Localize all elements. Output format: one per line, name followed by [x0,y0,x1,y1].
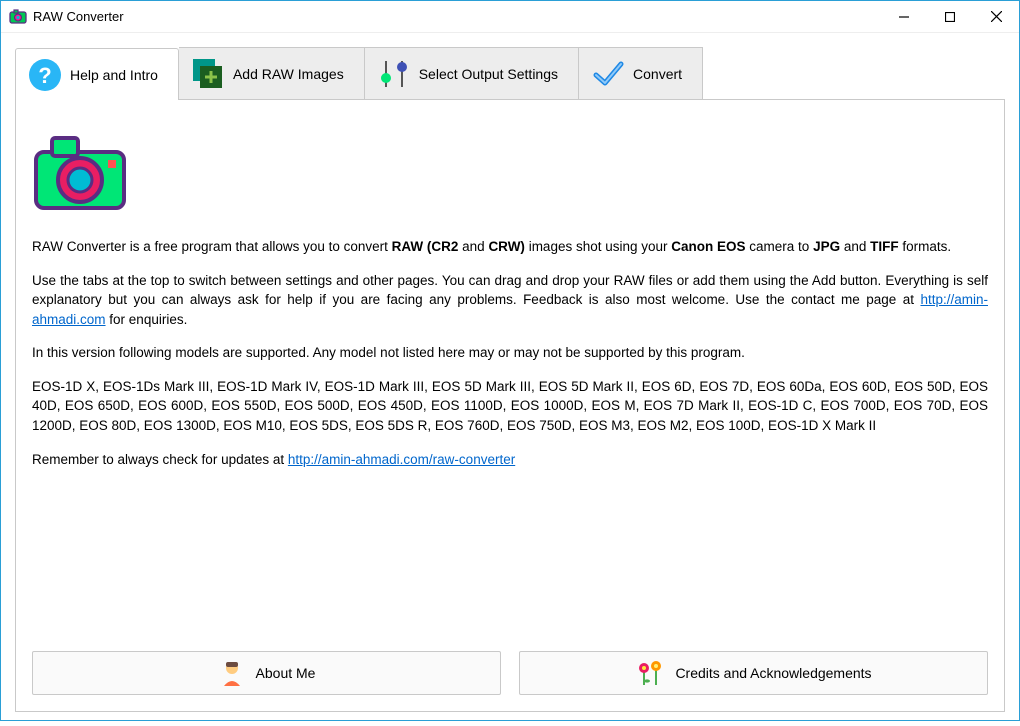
close-button[interactable] [973,1,1019,32]
updates-link[interactable]: http://amin-ahmadi.com/raw-converter [288,452,515,467]
intro-paragraph-5: Remember to always check for updates at … [32,450,988,470]
bottom-button-row: About Me Credits and Acknowledgements [32,637,988,695]
about-me-button[interactable]: About Me [32,651,501,695]
tab-label: Select Output Settings [419,66,558,82]
app-icon [9,8,27,26]
titlebar: RAW Converter [1,1,1019,33]
content-area: ? Help and Intro Add RAW Images [1,33,1019,726]
minimize-button[interactable] [881,1,927,32]
add-images-icon [191,57,225,91]
supported-models-list: EOS-1D X, EOS-1Ds Mark III, EOS-1D Mark … [32,377,988,436]
help-intro-panel: RAW Converter is a free program that all… [15,100,1005,712]
tab-convert[interactable]: Convert [579,47,703,99]
checkmark-icon [591,57,625,91]
app-title: RAW Converter [27,9,881,24]
intro-paragraph-3: In this version following models are sup… [32,343,988,363]
button-label: Credits and Acknowledgements [675,665,871,681]
credits-button[interactable]: Credits and Acknowledgements [519,651,988,695]
help-icon: ? [28,58,62,92]
tab-add-raw[interactable]: Add RAW Images [179,47,365,99]
person-icon [218,659,246,687]
intro-text: RAW Converter is a free program that all… [32,237,988,483]
intro-paragraph-2: Use the tabs at the top to switch betwee… [32,271,988,330]
maximize-button[interactable] [927,1,973,32]
window-controls [881,1,1019,32]
tab-label: Help and Intro [70,67,158,83]
settings-sliders-icon [377,57,411,91]
camera-logo-icon [32,132,988,215]
tab-label: Add RAW Images [233,66,344,82]
tab-bar: ? Help and Intro Add RAW Images [15,47,1005,100]
svg-text:?: ? [38,63,51,88]
tab-label: Convert [633,66,682,82]
intro-paragraph-1: RAW Converter is a free program that all… [32,237,988,257]
tab-help-intro[interactable]: ? Help and Intro [15,48,179,100]
tab-output-settings[interactable]: Select Output Settings [365,47,579,99]
flowers-icon [635,659,665,687]
button-label: About Me [256,665,316,681]
